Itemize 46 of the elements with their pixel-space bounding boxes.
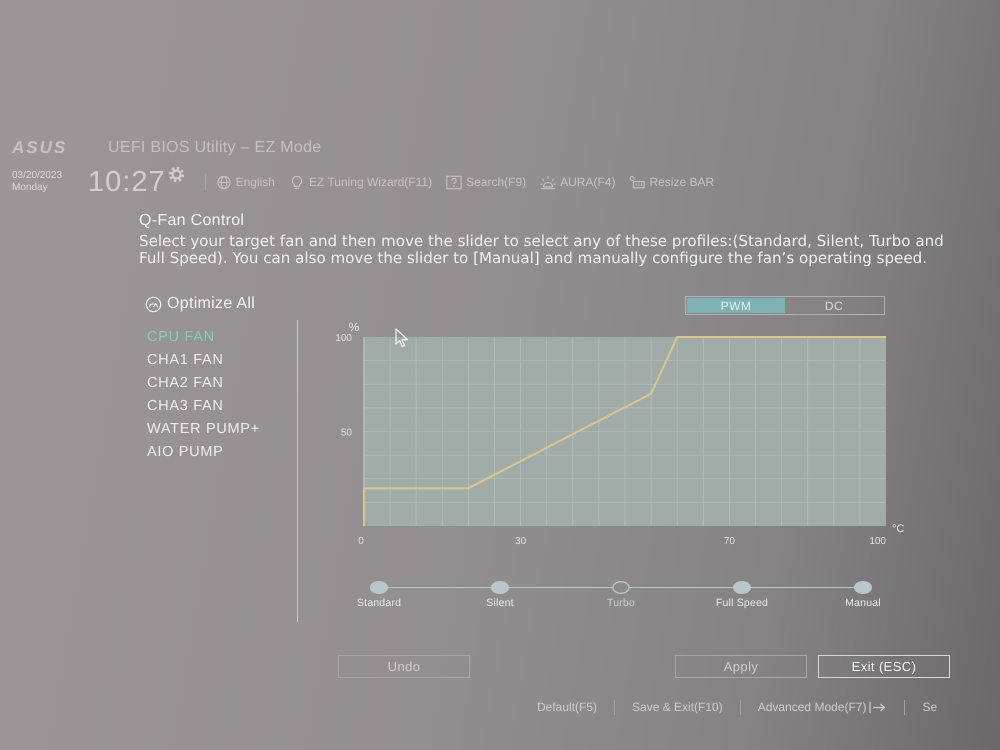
footer-shortcut[interactable]: Se (922, 700, 938, 714)
footer-shortcut[interactable]: Save & Exit(F10) (632, 700, 723, 714)
mouse-pointer-icon (395, 328, 409, 348)
date-text: 03/20/2023 (12, 170, 64, 182)
profile-label: Standard (356, 597, 402, 609)
x-axis-tick-label: 70 (724, 536, 735, 547)
fan-list-item[interactable]: CHA1 FAN (147, 349, 224, 372)
fan-list-item[interactable]: CHA2 FAN (147, 372, 224, 395)
slider-stop-icon[interactable] (491, 581, 509, 594)
help-icon (446, 174, 462, 190)
fan-list-item[interactable]: CHA3 FAN (147, 395, 224, 418)
fan-list-item[interactable]: CPU FAN (147, 326, 215, 349)
toolbar-link[interactable]: Resize BAR (649, 175, 714, 189)
slider-stop-icon[interactable] (733, 581, 751, 594)
slider-stop-icon[interactable] (370, 581, 388, 594)
slider-stop-icon[interactable] (854, 581, 872, 594)
profile-label: Silent (485, 597, 515, 609)
y-axis-tick-label: 50 (340, 428, 352, 438)
profile-label: Full Speed (714, 597, 770, 609)
optimize-all-link[interactable]: Optimize All (167, 295, 256, 313)
mode-tab[interactable]: PWM (687, 298, 785, 313)
y-axis-tick-label: 100 (335, 333, 352, 344)
profile-label: Manual (844, 597, 882, 609)
clock-time: 10:27 (88, 166, 166, 198)
footer-shortcut[interactable]: Advanced Mode(F7) (758, 700, 866, 714)
fan-list-item[interactable]: WATER PUMP+ (147, 418, 260, 441)
y-axis-unit: % (348, 320, 360, 334)
dialog-description: Select your target fan and then move the slider to select any of these profiles:(Standard, Silent, Turbo and Full Speed). You can also move the slider to [Manual] and manually configure the fan’s operating speed. (139, 233, 945, 267)
profile-label: Turbo (606, 597, 636, 609)
globe-icon (216, 174, 232, 190)
dialog-button[interactable]: Exit (ESC) (818, 655, 950, 678)
settings-icon[interactable] (168, 166, 185, 183)
mode-tab[interactable]: DC (785, 298, 883, 313)
footer-shortcut[interactable]: Default(F5) (537, 700, 598, 714)
fan-list-item[interactable]: AIO PUMP (147, 441, 224, 464)
toolbar-link[interactable]: AURA(F4) (560, 175, 616, 189)
weekday-text: Monday (12, 182, 49, 194)
memory-bar-icon (629, 174, 646, 190)
x-axis-tick-label: 30 (515, 536, 526, 547)
x-axis-unit: °C (892, 523, 904, 535)
x-axis-tick-label: 100 (869, 536, 886, 547)
x-axis-tick-label: 0 (358, 536, 364, 547)
ring-marker-icon[interactable] (612, 581, 630, 594)
dialog-title: Q-Fan Control (139, 212, 246, 230)
sun-rays-icon (540, 174, 556, 190)
gauge-icon (145, 296, 162, 312)
